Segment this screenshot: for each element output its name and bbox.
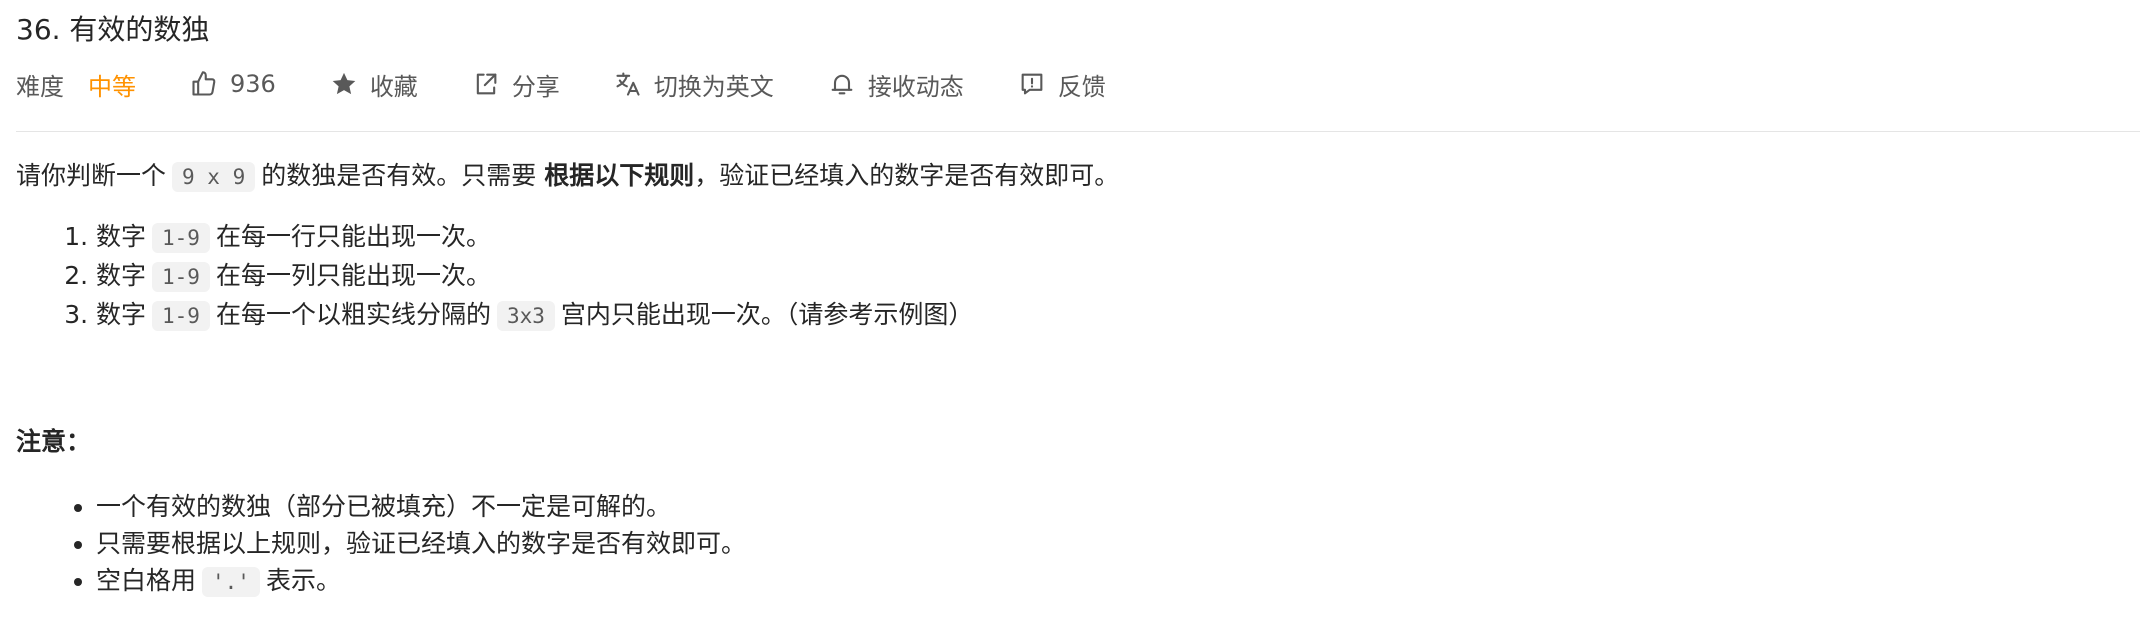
rule-item: 数字1-9在每一个以粗实线分隔的3x3宫内只能出现一次。（请参考示例图） bbox=[96, 296, 973, 335]
rule-text: 在每一列只能出现一次。 bbox=[215, 261, 491, 290]
inline-code-grid-size: 9 x 9 bbox=[172, 162, 256, 192]
share-button[interactable]: 分享 bbox=[472, 67, 560, 102]
difficulty-value: 中等 bbox=[88, 72, 136, 101]
bell-icon bbox=[831, 74, 853, 95]
inline-code: 1-9 bbox=[152, 301, 210, 331]
rule-text: 在每一行只能出现一次。 bbox=[215, 222, 491, 251]
favorite-label: 收藏 bbox=[369, 72, 418, 101]
feedback-label: 反馈 bbox=[1057, 72, 1106, 101]
intro-bold-rules: 根据以下规则 bbox=[544, 161, 695, 190]
note-item: 只需要根据以上规则，验证已经填入的数字是否有效即可。 bbox=[96, 525, 746, 562]
share-icon bbox=[476, 73, 497, 95]
favorite-button[interactable]: 收藏 bbox=[330, 67, 418, 102]
difficulty-label: 难度 bbox=[16, 72, 64, 101]
inline-code: 1-9 bbox=[152, 262, 210, 292]
rule-text: 数字 bbox=[96, 300, 147, 329]
inline-code: 1-9 bbox=[152, 223, 210, 253]
rule-text: 数字 bbox=[96, 261, 147, 290]
problem-title: 36. 有效的数独 bbox=[16, 13, 210, 46]
rule-item: 数字1-9在每一列只能出现一次。 bbox=[96, 257, 973, 296]
like-button[interactable]: 936 bbox=[190, 70, 276, 98]
rule-item: 数字1-9在每一行只能出现一次。 bbox=[96, 218, 973, 257]
note-item: 空白格用'.'表示。 bbox=[96, 562, 746, 601]
problem-description: 请你判断一个 9 x 9 的数独是否有效。只需要 根据以下规则，验证已经填入的数字是… bbox=[16, 158, 1119, 195]
rule-text: 数字 bbox=[96, 222, 147, 251]
star-icon bbox=[332, 72, 356, 95]
notes-list: 一个有效的数独（部分已被填充）不一定是可解的。 只需要根据以上规则，验证已经填入… bbox=[16, 488, 746, 601]
note-text: 表示。 bbox=[265, 566, 341, 595]
header-divider bbox=[16, 131, 2140, 132]
like-count: 936 bbox=[230, 70, 276, 98]
inline-code-dot: '.' bbox=[202, 567, 260, 597]
thumbs-up-icon bbox=[192, 71, 216, 96]
feedback-icon bbox=[1021, 73, 1043, 95]
note-item: 一个有效的数独（部分已被填充）不一定是可解的。 bbox=[96, 488, 746, 525]
note-text: 空白格用 bbox=[96, 566, 197, 595]
subscribe-button[interactable]: 接收动态 bbox=[828, 67, 964, 102]
subscribe-label: 接收动态 bbox=[867, 72, 964, 101]
rule-text: 在每一个以粗实线分隔的 bbox=[215, 300, 491, 329]
rule-text: 宫内只能出现一次。（请参考示例图） bbox=[560, 300, 974, 329]
notes-title: 注意： bbox=[16, 427, 92, 456]
inline-code-box: 3x3 bbox=[496, 301, 555, 331]
intro-text-2: 的数独是否有效。只需要 bbox=[261, 161, 537, 190]
share-label: 分享 bbox=[511, 72, 560, 101]
intro-text-1: 请你判断一个 bbox=[16, 161, 167, 190]
intro-text-3: ，验证已经填入的数字是否有效即可。 bbox=[694, 161, 1120, 190]
translate-icon bbox=[616, 72, 640, 96]
problem-meta-bar: 难度 中等 936 收藏 分享 切换为英文 接收动态 反馈 bbox=[16, 66, 1160, 102]
rules-list: 数字1-9在每一行只能出现一次。 数字1-9在每一列只能出现一次。 数字1-9在… bbox=[16, 218, 973, 335]
switch-language-label: 切换为英文 bbox=[653, 72, 774, 101]
feedback-button[interactable]: 反馈 bbox=[1018, 67, 1106, 102]
switch-language-button[interactable]: 切换为英文 bbox=[614, 67, 774, 102]
